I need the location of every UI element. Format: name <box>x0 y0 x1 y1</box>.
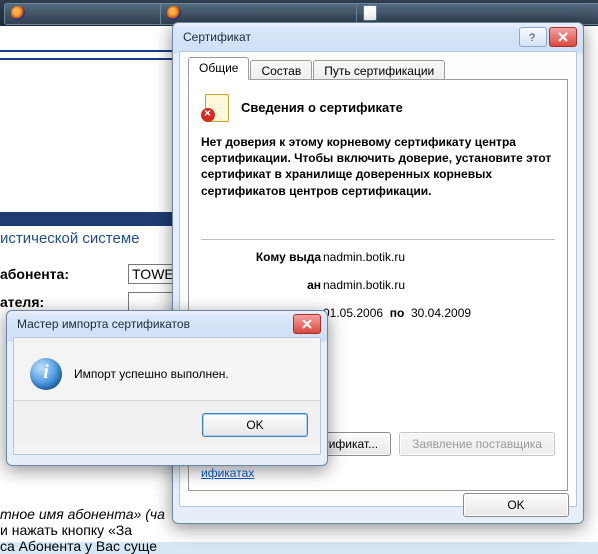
about-certificates-link[interactable]: ификатах <box>201 466 254 480</box>
bg-footer-line: са Абонента у Вас суще <box>0 538 157 554</box>
firefox-icon <box>11 6 25 20</box>
valid-value: 01.05.2006 по 30.04.2009 <box>323 306 555 320</box>
help-button[interactable]: ? <box>519 27 547 47</box>
label-atelya: ателя: <box>0 294 44 310</box>
bg-heading: истической системе <box>0 230 139 247</box>
window-title: Сертификат <box>179 30 517 44</box>
issued-by-row: ан nadmin.botik.ru <box>201 278 555 292</box>
close-button[interactable] <box>549 27 577 47</box>
divider <box>201 239 555 240</box>
valid-to: 30.04.2009 <box>411 306 471 320</box>
bg-footer-line: и нажать кнопку «За <box>0 522 132 538</box>
issued-by-label: ан <box>201 278 323 292</box>
valid-sep: по <box>390 306 405 320</box>
tabstrip: Общие Состав Путь сертификации <box>188 58 568 80</box>
supplier-statement-button: Заявление поставщика <box>399 432 555 456</box>
titlebar[interactable]: Сертификат ? <box>173 23 583 51</box>
tab-path[interactable]: Путь сертификации <box>313 60 445 81</box>
label-abonent: абонента: <box>0 266 69 282</box>
doc-icon <box>363 5 377 21</box>
firefox-icon <box>167 6 181 20</box>
close-icon <box>302 319 312 329</box>
taskbar-item[interactable] <box>4 3 168 25</box>
info-icon <box>30 358 62 390</box>
close-button[interactable] <box>293 314 321 334</box>
issued-by-value: nadmin.botik.ru <box>323 278 555 292</box>
svg-text:?: ? <box>529 32 535 42</box>
close-icon <box>558 32 568 42</box>
ok-button[interactable]: OK <box>202 413 308 437</box>
help-icon: ? <box>528 32 538 42</box>
tab-details[interactable]: Состав <box>250 60 312 81</box>
bg-footer-line: тное имя абонента» (ча <box>0 506 165 522</box>
issued-to-row: Кому выда nadmin.botik.ru <box>201 250 555 264</box>
import-wizard-dialog: Мастер импорта сертификатов Импорт успеш… <box>6 310 328 466</box>
tab-general[interactable]: Общие <box>188 57 249 80</box>
window-title: Мастер импорта сертификатов <box>13 317 291 331</box>
ok-button[interactable]: OK <box>463 493 569 517</box>
titlebar[interactable]: Мастер импорта сертификатов <box>7 311 327 337</box>
cert-heading: Сведения о сертификате <box>241 100 403 115</box>
issued-to-label: Кому выда <box>201 250 323 264</box>
issued-to-value: nadmin.botik.ru <box>323 250 555 264</box>
cert-warning-text: Нет доверия к этому корневому сертификат… <box>201 134 555 199</box>
valid-from: 01.05.2006 <box>323 306 383 320</box>
wizard-message: Импорт успешно выполнен. <box>74 367 229 381</box>
certificate-icon <box>201 92 231 122</box>
client-area: Импорт успешно выполнен. OK <box>13 337 321 455</box>
